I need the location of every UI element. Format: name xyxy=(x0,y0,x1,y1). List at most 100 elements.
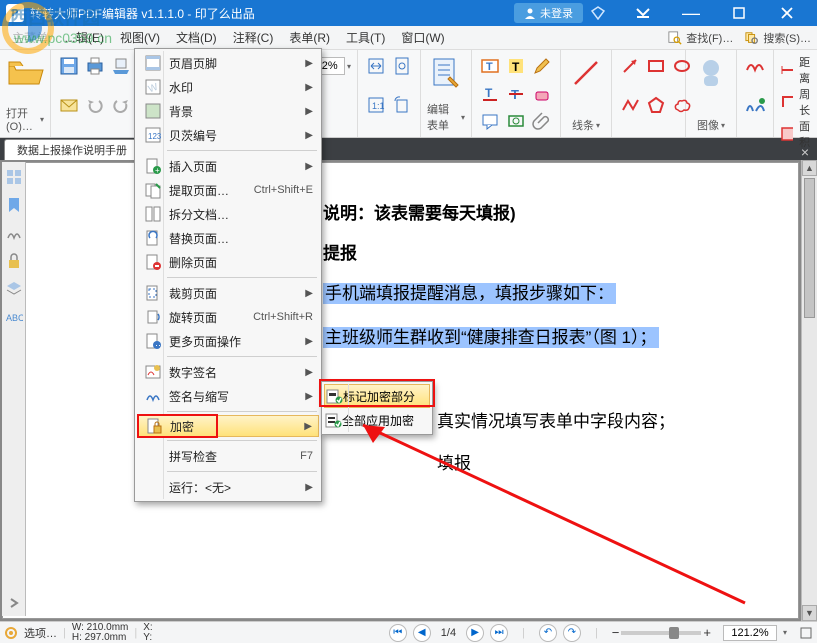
underline-button[interactable]: T xyxy=(479,83,501,105)
fit-width-button[interactable] xyxy=(365,55,387,77)
actual-size-button[interactable]: 1:1 xyxy=(365,94,387,116)
menu-item-watermark[interactable]: W水印▶ xyxy=(137,75,319,99)
fullscreen-icon[interactable] xyxy=(799,626,813,640)
menu-item-encrypt[interactable]: 加密▶ xyxy=(137,415,319,437)
next-page-button[interactable]: ▶ xyxy=(466,624,484,642)
vertical-scrollbar[interactable]: ▲ ▼ xyxy=(801,160,817,621)
search-button[interactable]: 搜索(S)… xyxy=(739,30,817,46)
menu-item-bates[interactable]: 123贝茨编号▶ xyxy=(137,123,319,147)
menu-item-insert-page[interactable]: +插入页面▶ xyxy=(137,154,319,178)
menu-comment[interactable]: 注释(C) xyxy=(225,26,282,49)
sign-button[interactable] xyxy=(744,55,766,77)
zoom-dropdown[interactable]: ▾ xyxy=(347,62,351,71)
minimize-button[interactable]: — xyxy=(667,0,715,26)
menu-item-delete-page[interactable]: 删除页面 xyxy=(137,250,319,274)
menu-view[interactable]: 视图(V) xyxy=(112,26,168,49)
note-button[interactable] xyxy=(479,110,501,132)
menu-tools[interactable]: 工具(T) xyxy=(338,26,393,49)
panel-chevron-icon[interactable] xyxy=(7,596,21,610)
diamond-icon[interactable] xyxy=(591,6,605,20)
scroll-down-button[interactable]: ▼ xyxy=(802,605,817,621)
menu-document[interactable]: 文档(D) xyxy=(168,26,225,49)
open-button[interactable] xyxy=(6,54,44,92)
perimeter-button[interactable]: 周长 xyxy=(780,86,815,118)
mail-button[interactable] xyxy=(58,94,80,116)
menu-form[interactable]: 表单(R) xyxy=(281,26,338,49)
line-button[interactable] xyxy=(567,54,605,92)
status-zoom-dropdown[interactable]: ▾ xyxy=(783,628,787,637)
menu-item-extract-page[interactable]: 提取页面…Ctrl+Shift+E xyxy=(137,178,319,202)
menu-item-replace-page[interactable]: 替换页面… xyxy=(137,226,319,250)
save-button[interactable] xyxy=(58,55,80,77)
annotation-arrow xyxy=(345,413,755,613)
menu-item-header-footer[interactable]: 页眉页脚▶ xyxy=(137,51,319,75)
scroll-track[interactable] xyxy=(802,176,817,605)
last-page-button[interactable]: ⏭ xyxy=(490,624,508,642)
rect-shape-button[interactable] xyxy=(645,55,667,77)
scroll-up-button[interactable]: ▲ xyxy=(802,160,817,176)
pencil-button[interactable] xyxy=(531,55,553,77)
menu-item-background[interactable]: 背景▶ xyxy=(137,99,319,123)
distance-button[interactable]: 距离 xyxy=(780,54,815,86)
user-login-pill[interactable]: 未登录 xyxy=(514,3,583,23)
undo-button[interactable] xyxy=(84,94,106,116)
signatures-panel-button[interactable] xyxy=(5,224,23,242)
scan-button[interactable] xyxy=(110,55,132,77)
red-highlight-box xyxy=(137,414,218,438)
redo-button[interactable] xyxy=(110,94,132,116)
menu-item-spellcheck[interactable]: 拼写检查F7 xyxy=(137,444,319,468)
initial-button[interactable] xyxy=(744,94,766,116)
print-button[interactable] xyxy=(84,55,106,77)
image-button[interactable] xyxy=(692,54,730,92)
svg-text:123: 123 xyxy=(148,132,162,141)
abc-panel-button[interactable]: ABC xyxy=(5,308,23,326)
menu-item-more-page[interactable]: ⋯更多页面操作▶ xyxy=(137,329,319,353)
app-icon: P xyxy=(6,4,24,22)
menu-edit[interactable]: …辑(E) xyxy=(56,26,112,49)
nav-back-button[interactable]: ↶ xyxy=(539,624,557,642)
maximize-button[interactable] xyxy=(715,0,763,26)
polyline-button[interactable] xyxy=(619,94,641,116)
security-panel-button[interactable] xyxy=(5,252,23,270)
menubar: 主菜单 …辑(E) 视图(V) 文档(D) 注释(C) 表单(R) 工具(T) … xyxy=(0,26,817,50)
menu-item-split-doc[interactable]: 拆分文档… xyxy=(137,202,319,226)
arrow-shape-button[interactable] xyxy=(619,55,641,77)
fit-page-button[interactable] xyxy=(391,55,413,77)
close-button[interactable] xyxy=(763,0,811,26)
layers-panel-button[interactable] xyxy=(5,280,23,298)
menu-item-crop-page[interactable]: 裁剪页面▶ xyxy=(137,281,319,305)
titlebar: P 转转大师PDF编辑器 v1.1.1.0 - 印了么出品 未登录 — xyxy=(0,0,817,26)
tab-close-button[interactable]: × xyxy=(793,144,817,160)
scroll-thumb[interactable] xyxy=(804,178,815,318)
textbox-button[interactable]: T xyxy=(479,55,501,77)
polygon-button[interactable] xyxy=(645,94,667,116)
zoom-slider[interactable]: − + xyxy=(612,625,711,640)
strikeout-button[interactable]: T xyxy=(505,83,527,105)
document-tab[interactable]: 数据上报操作说明手册 xyxy=(4,139,140,160)
svg-text:⋯: ⋯ xyxy=(155,340,162,350)
prev-page-button[interactable]: ◀ xyxy=(413,624,431,642)
menu-item-sign-initial[interactable]: 签名与缩写▶ xyxy=(137,384,319,408)
gear-icon[interactable] xyxy=(4,626,18,640)
first-page-button[interactable]: ⏮ xyxy=(389,624,407,642)
nav-fwd-button[interactable]: ↷ xyxy=(563,624,581,642)
menu-item-rotate-page[interactable]: 旋转页面Ctrl+Shift+R xyxy=(137,305,319,329)
menu-window[interactable]: 窗口(W) xyxy=(393,26,452,49)
status-zoom-input[interactable] xyxy=(723,625,777,641)
menu-main[interactable]: 主菜单 xyxy=(4,26,56,49)
eraser-button[interactable] xyxy=(531,83,553,105)
ribbon-toggle-button[interactable] xyxy=(619,0,667,26)
find-button[interactable]: 查找(F)… xyxy=(662,30,739,46)
thumbnails-panel-button[interactable] xyxy=(5,168,23,186)
doc-line-4: 主班级师生群收到“健康排查日报表”（图 1）； xyxy=(323,323,659,348)
options-button[interactable]: 选项… xyxy=(24,625,57,641)
edit-form-button[interactable] xyxy=(427,54,465,92)
attach-button[interactable] xyxy=(531,110,553,132)
highlight-button[interactable]: T xyxy=(505,55,527,77)
bookmarks-panel-button[interactable] xyxy=(5,196,23,214)
open-label: 打开(O)…▾ xyxy=(6,105,44,133)
rotate-view-button[interactable] xyxy=(391,94,413,116)
menu-item-run[interactable]: 运行：<无>▶ xyxy=(137,475,319,499)
menu-item-digital-sign[interactable]: 数字签名▶ xyxy=(137,360,319,384)
stamp-button[interactable] xyxy=(505,110,527,132)
